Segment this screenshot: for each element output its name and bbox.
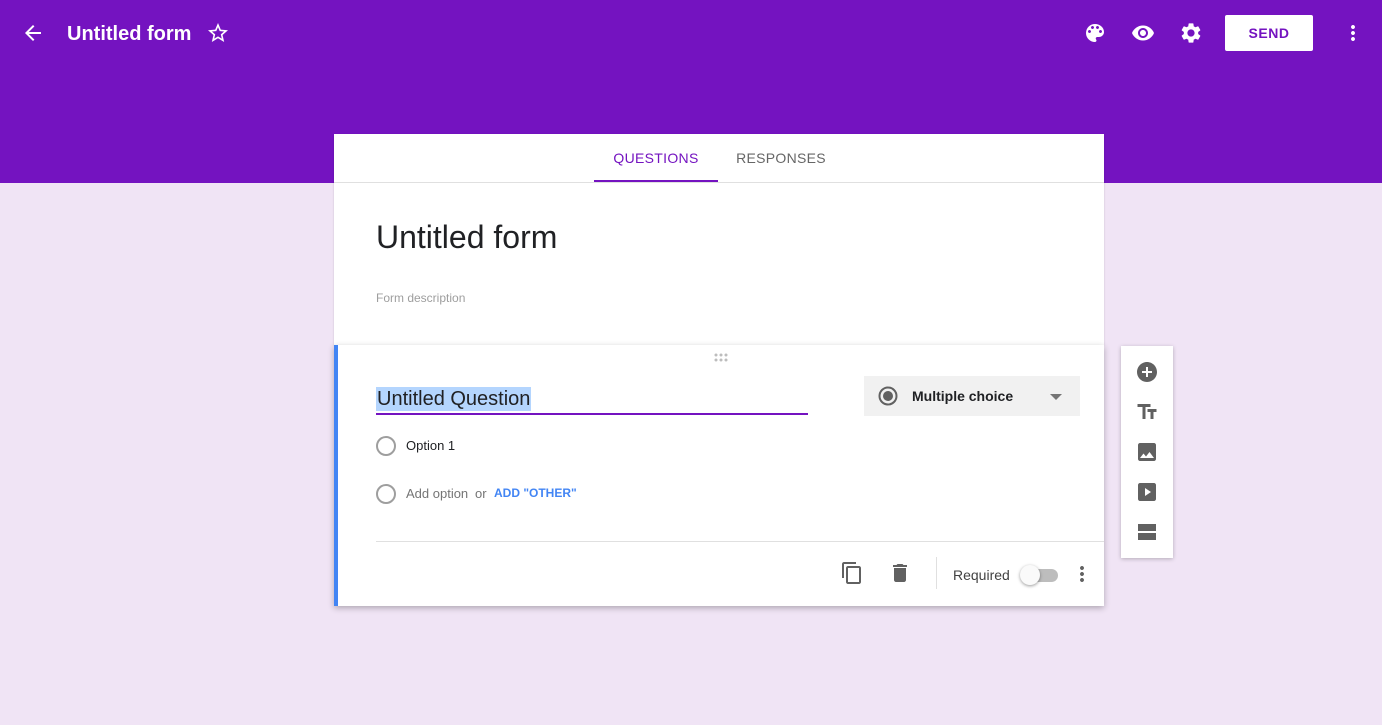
dropdown-arrow-icon — [1050, 394, 1062, 400]
palette-icon[interactable] — [1079, 17, 1111, 49]
radio-checked-icon — [878, 386, 898, 406]
form-title[interactable]: Untitled form — [376, 217, 557, 257]
add-option-radio-icon — [376, 484, 396, 504]
trash-icon[interactable] — [886, 559, 914, 587]
question-card[interactable]: Untitled Question Multiple choice Option… — [334, 345, 1104, 606]
tab-questions[interactable]: QUESTIONS — [594, 134, 718, 182]
toggle-thumb — [1020, 565, 1040, 585]
section-icon[interactable] — [1133, 518, 1161, 546]
footer-separator — [936, 557, 937, 589]
side-toolbar — [1121, 346, 1173, 558]
required-label: Required — [953, 567, 1010, 583]
more-vert-icon[interactable] — [1337, 17, 1369, 49]
question-type-label: Multiple choice — [912, 388, 1014, 404]
gear-icon[interactable] — [1175, 17, 1207, 49]
form-description-field[interactable]: Form description — [376, 291, 465, 305]
tabs-bar: QUESTIONS RESPONSES — [334, 134, 1104, 183]
add-other-button[interactable]: ADD "OTHER" — [494, 486, 577, 500]
option-radio-icon — [376, 436, 396, 456]
question-type-dropdown[interactable]: Multiple choice — [864, 376, 1080, 416]
eye-icon[interactable] — [1127, 17, 1159, 49]
or-label: or — [475, 486, 487, 501]
form-header-card: QUESTIONS RESPONSES Untitled form Form d… — [334, 134, 1104, 345]
drag-handle-icon[interactable] — [714, 353, 732, 363]
app-title[interactable]: Untitled form — [67, 21, 191, 47]
image-icon[interactable] — [1133, 438, 1161, 466]
send-button[interactable]: SEND — [1225, 15, 1313, 51]
option-1-label[interactable]: Option 1 — [406, 438, 455, 453]
title-text-icon[interactable] — [1133, 398, 1161, 426]
star-icon[interactable] — [202, 17, 234, 49]
tab-responses[interactable]: RESPONSES — [726, 134, 836, 182]
footer-divider — [376, 541, 1104, 542]
add-option-field[interactable]: Add option — [406, 486, 468, 501]
back-arrow-icon[interactable] — [17, 17, 49, 49]
add-circle-icon[interactable] — [1133, 358, 1161, 386]
question-title-input[interactable]: Untitled Question — [376, 385, 808, 415]
required-toggle[interactable] — [1020, 564, 1058, 586]
video-icon[interactable] — [1133, 478, 1161, 506]
question-more-vert-icon[interactable] — [1068, 560, 1096, 588]
question-title-text: Untitled Question — [376, 387, 532, 411]
duplicate-icon[interactable] — [838, 559, 866, 587]
